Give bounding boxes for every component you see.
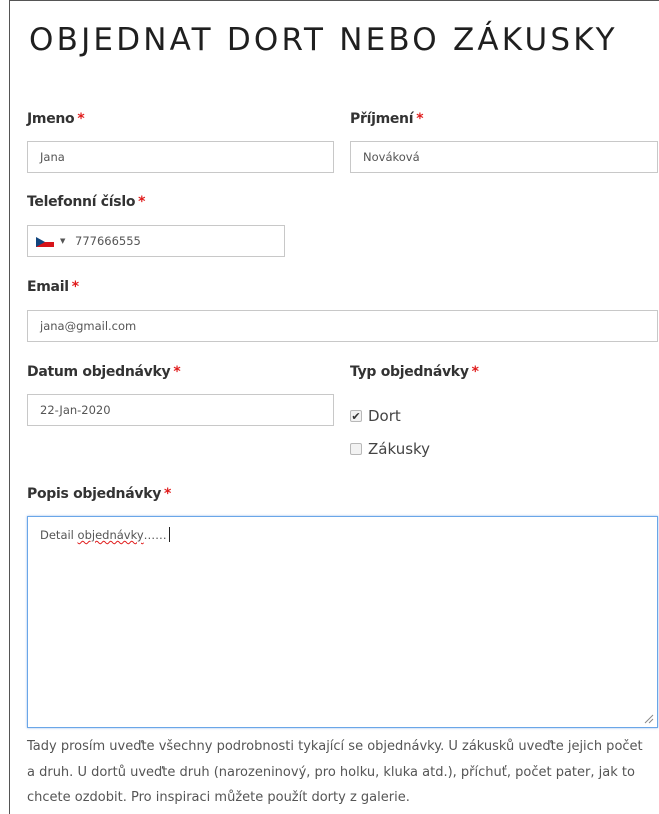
description-textarea[interactable]: Detail objednávky…… [27, 516, 658, 728]
order-type-option-label: Zákusky [368, 440, 431, 458]
last-name-label: Příjmení * [350, 111, 424, 127]
email-label: Email * [27, 279, 79, 295]
description-text: Detail objednávky…… [40, 528, 167, 542]
czech-flag-icon[interactable] [36, 237, 54, 247]
phone-label: Telefonní číslo * [27, 194, 145, 210]
description-text-prefix: Detail [40, 528, 78, 542]
phone-label-text: Telefonní číslo [27, 194, 136, 210]
description-label: Popis objednávky * [27, 486, 171, 502]
order-date-input[interactable]: 22-Jan-2020 [27, 394, 334, 426]
order-type-option-zakusky[interactable]: Zákusky [350, 440, 430, 458]
description-label-text: Popis objednávky [27, 486, 162, 502]
last-name-label-text: Příjmení [350, 111, 414, 127]
required-marker: * [173, 364, 181, 380]
required-marker: * [471, 364, 479, 380]
last-name-input[interactable]: Nováková [350, 141, 658, 173]
required-marker: * [71, 279, 79, 295]
order-date-label: Datum objednávky * [27, 364, 181, 380]
email-input[interactable]: jana@gmail.com [27, 310, 658, 342]
order-type-label-text: Typ objednávky [350, 364, 469, 380]
text-cursor [168, 527, 170, 542]
first-name-label-text: Jmeno [27, 111, 75, 127]
order-date-label-text: Datum objednávky [27, 364, 171, 380]
country-dropdown-icon[interactable]: ▼ [60, 226, 65, 256]
first-name-label: Jmeno * [27, 111, 85, 127]
required-marker: * [77, 111, 85, 127]
required-marker: * [164, 486, 172, 502]
required-marker: * [416, 111, 424, 127]
description-help-text: Tady prosím uveďte všechny podrobnosti t… [27, 739, 643, 805]
description-text-misspelled: objednávky [77, 528, 144, 542]
first-name-input[interactable]: Jana [27, 141, 334, 173]
email-label-text: Email [27, 279, 69, 295]
checkbox-checked[interactable]: ✔ [350, 410, 362, 422]
resize-handle-icon[interactable] [644, 714, 654, 724]
checkbox-unchecked[interactable] [350, 443, 362, 455]
required-marker: * [138, 194, 146, 210]
description-text-suffix: …… [143, 528, 167, 542]
order-type-option-label: Dort [368, 407, 401, 425]
order-type-label: Typ objednávky * [350, 364, 479, 380]
page-title: OBJEDNAT DORT NEBO ZÁKUSKY [29, 22, 618, 58]
order-type-option-dort[interactable]: ✔ Dort [350, 407, 401, 425]
phone-value: 777666555 [75, 234, 141, 248]
phone-input[interactable]: ▼ 777666555 [27, 225, 285, 257]
